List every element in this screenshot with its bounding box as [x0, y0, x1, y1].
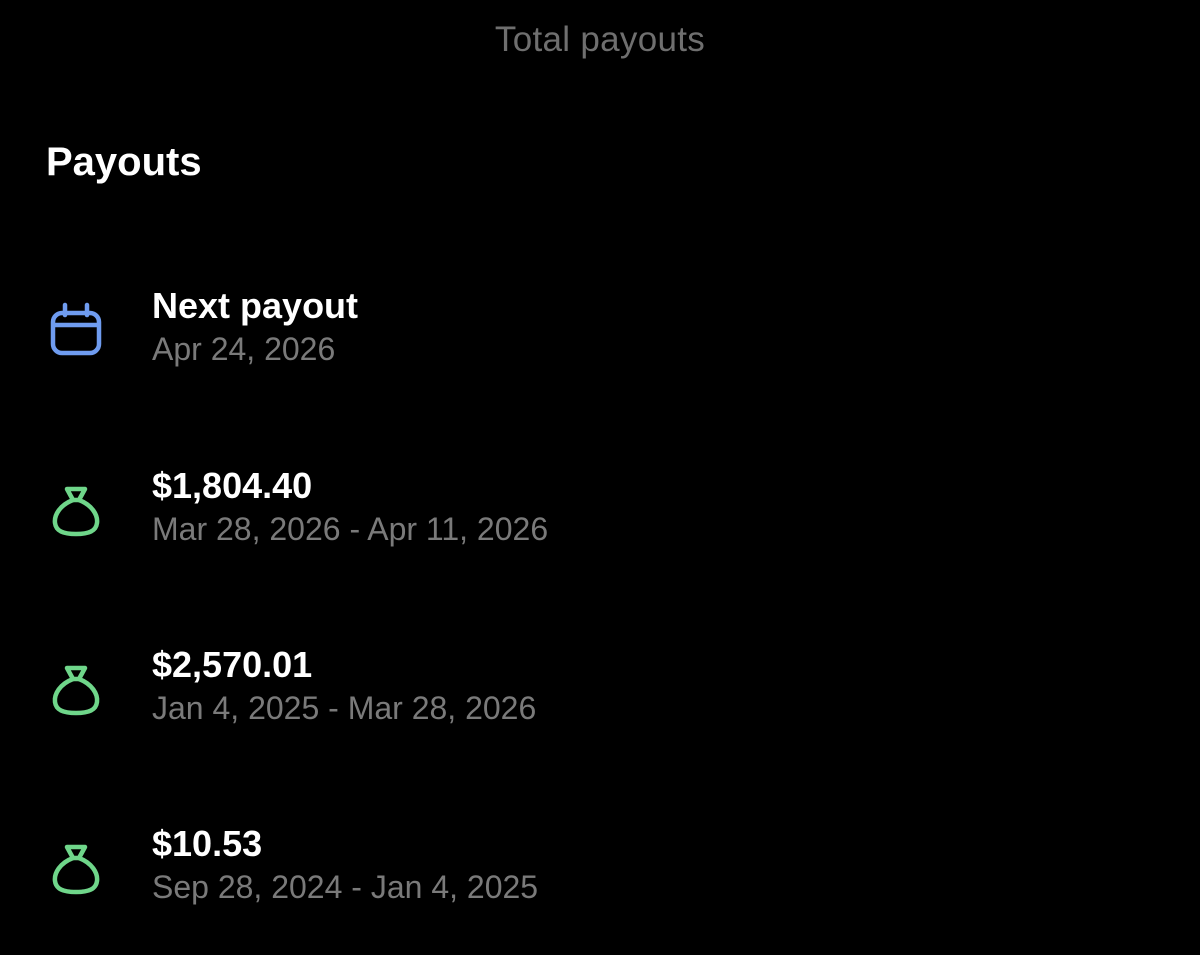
payout-row[interactable]: $1,804.40 Mar 28, 2026 - Apr 11, 2026: [0, 465, 1200, 575]
payout-period: Sep 28, 2024 - Jan 4, 2025: [152, 869, 539, 905]
next-payout-row[interactable]: Next payout Apr 24, 2026: [0, 285, 1200, 395]
payout-period: Mar 28, 2026 - Apr 11, 2026: [152, 511, 549, 547]
payout-row[interactable]: $2,570.01 Jan 4, 2025 - Mar 28, 2026: [0, 644, 1200, 754]
total-payouts-tab[interactable]: Total payouts: [0, 20, 1200, 60]
payout-row[interactable]: $10.53 Sep 28, 2024 - Jan 4, 2025: [0, 823, 1200, 933]
payout-amount: $10.53: [152, 823, 263, 864]
next-payout-label: Next payout: [152, 285, 359, 326]
payout-period: Jan 4, 2025 - Mar 28, 2026: [152, 690, 537, 726]
calendar-icon: [48, 301, 104, 357]
payouts-heading: Payouts: [46, 140, 202, 184]
money-bag-icon: [48, 660, 104, 716]
payout-amount: $2,570.01: [152, 644, 313, 685]
next-payout-date: Apr 24, 2026: [152, 331, 336, 367]
money-bag-icon: [48, 839, 104, 895]
payout-amount: $1,804.40: [152, 465, 313, 506]
money-bag-icon: [48, 481, 104, 537]
